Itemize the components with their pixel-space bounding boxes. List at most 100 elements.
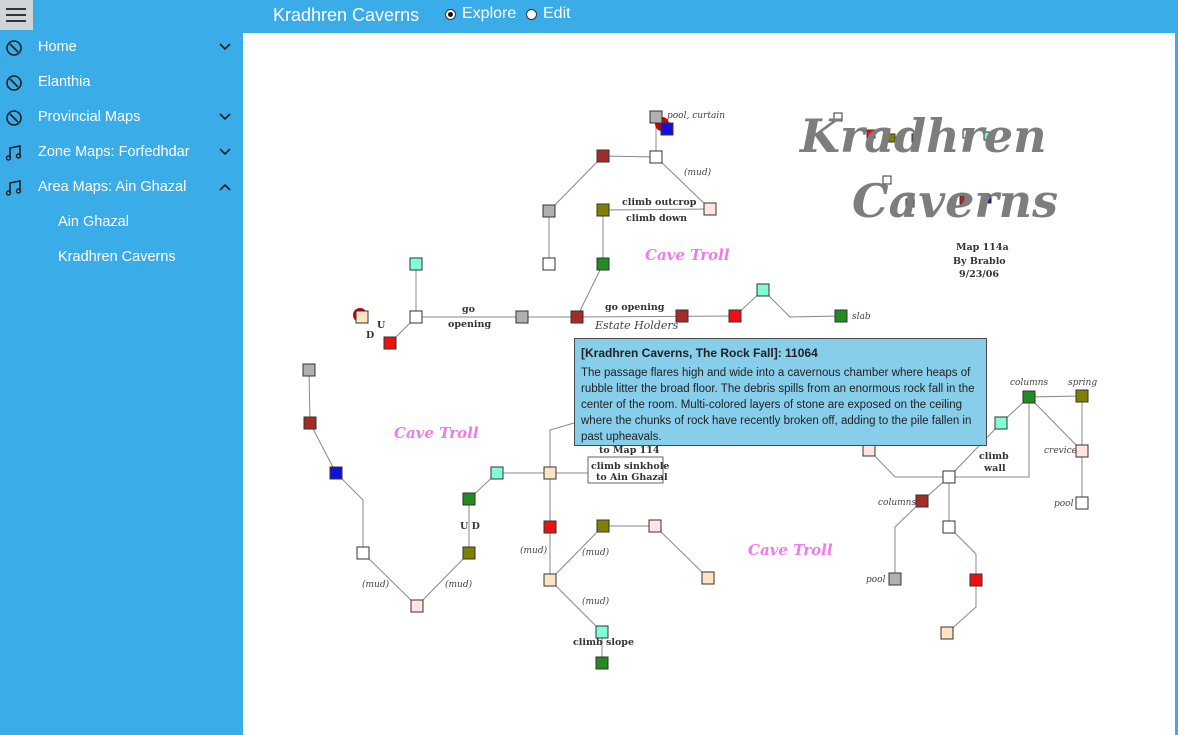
map-room[interactable] [543, 466, 557, 480]
chevron-down-icon[interactable] [219, 111, 231, 123]
map-room[interactable] [969, 573, 983, 587]
sidebar-item-zone-maps[interactable]: Zone Maps: Forfedhdar [0, 135, 243, 170]
map-room[interactable] [942, 520, 956, 534]
top-bar: Kradhren Caverns Explore Edit [243, 0, 1178, 33]
room-link [335, 472, 364, 553]
map-room[interactable] [409, 310, 423, 324]
label-climb-outcrop: climb outcrop [622, 197, 697, 208]
map-room[interactable] [1075, 496, 1089, 510]
map-room[interactable] [302, 363, 316, 377]
map-room[interactable] [703, 202, 717, 216]
label-d: D [366, 330, 374, 341]
map-room[interactable] [648, 519, 662, 533]
room-link [1028, 396, 1083, 452]
map-room[interactable] [543, 573, 557, 587]
map-room[interactable] [542, 257, 556, 271]
map-room[interactable] [834, 309, 848, 323]
label-crevice: crevice [1044, 446, 1077, 456]
sidebar-item-provincial-maps[interactable]: Provincial Maps [0, 100, 243, 135]
tooltip-title: [Kradhren Caverns, The Rock Fall]: 11064 [581, 346, 818, 360]
map-room[interactable] [596, 203, 610, 217]
map-author: By Brablo [953, 256, 1006, 267]
sidebar-item-area-maps[interactable]: Area Maps: Ain Ghazal [0, 170, 243, 205]
room-link [894, 500, 923, 579]
map-room[interactable] [355, 310, 369, 324]
map-room[interactable] [490, 466, 504, 480]
chevron-down-icon[interactable] [219, 146, 231, 158]
room-tooltip: [Kradhren Caverns, The Rock Fall]: 11064… [574, 338, 987, 446]
label-columns: columns [1010, 378, 1048, 388]
label-mud: (mud) [582, 547, 610, 558]
sidebar-item-label: Provincial Maps [38, 109, 141, 125]
sidebar-subitem-kradhren-caverns[interactable]: Kradhren Caverns [58, 249, 176, 265]
sidebar: Home Elanthia Provincial Maps Zone Maps:… [0, 0, 243, 735]
map-heading-line2: Caverns [852, 174, 1058, 228]
map-room[interactable] [728, 309, 742, 323]
map-room[interactable] [515, 310, 529, 324]
room-link [602, 208, 711, 211]
chevron-up-icon[interactable] [219, 181, 231, 193]
map-room[interactable] [660, 122, 674, 136]
radio-selected-icon [445, 8, 456, 20]
label-wall: wall [983, 463, 1006, 474]
map-room[interactable] [649, 110, 663, 124]
compass-icon [6, 110, 22, 126]
chevron-down-icon[interactable] [219, 41, 231, 53]
map-room[interactable] [942, 470, 956, 484]
map-room[interactable] [462, 546, 476, 560]
map-room[interactable] [649, 150, 663, 164]
label-to-ain-ghazal: to Ain Ghazal [596, 472, 668, 483]
room-link [576, 315, 736, 318]
map-room[interactable] [888, 572, 902, 586]
music-note-icon [5, 145, 22, 161]
compass-icon [6, 40, 22, 56]
map-room[interactable] [409, 257, 423, 271]
map-room[interactable] [356, 546, 370, 560]
explore-label: Explore [462, 5, 517, 22]
map-room[interactable] [410, 599, 424, 613]
map-room[interactable] [303, 416, 317, 430]
room-link [549, 422, 575, 473]
label-mud: (mud) [362, 579, 390, 590]
sidebar-subitem-ain-ghazal[interactable]: Ain Ghazal [58, 214, 129, 230]
map-room[interactable] [1075, 444, 1089, 458]
map-room[interactable] [542, 204, 556, 218]
map-room[interactable] [383, 336, 397, 350]
room-link [654, 525, 709, 579]
sidebar-item-home[interactable]: Home [0, 30, 243, 65]
map-room[interactable] [543, 520, 557, 534]
label-spring: spring [1068, 378, 1097, 388]
radio-unselected-icon [526, 8, 537, 20]
map-room[interactable] [595, 656, 609, 670]
label-estate-holders: Estate Holders [594, 319, 679, 332]
sidebar-item-label: Zone Maps: Forfedhdar [38, 144, 190, 160]
map-room[interactable] [596, 149, 610, 163]
label-cave-troll: Cave Troll [394, 424, 479, 442]
explore-radio[interactable]: Explore [445, 5, 516, 23]
map-room[interactable] [329, 466, 343, 480]
map-room[interactable] [701, 571, 715, 585]
sidebar-item-label: Area Maps: Ain Ghazal [38, 179, 187, 195]
map-room[interactable] [994, 416, 1008, 430]
map-number: Map 114a [956, 242, 1009, 253]
map-room[interactable] [596, 519, 610, 533]
map-room[interactable] [1022, 390, 1036, 404]
map-heading-line1: Kradhren [798, 109, 1047, 163]
label-climb-down: climb down [626, 213, 687, 224]
map-room[interactable] [596, 257, 610, 271]
sidebar-item-elanthia[interactable]: Elanthia [0, 65, 243, 100]
map-room[interactable] [1075, 389, 1089, 403]
map-room[interactable] [462, 492, 476, 506]
hamburger-icon [6, 8, 26, 22]
room-link [548, 155, 604, 212]
edit-radio[interactable]: Edit [526, 5, 571, 23]
map-room[interactable] [915, 494, 929, 508]
label-climb-sinkhole: climb sinkhole [591, 461, 669, 472]
music-note-icon [5, 180, 22, 196]
menu-button[interactable] [0, 0, 33, 30]
map-room[interactable] [570, 310, 584, 324]
map-room[interactable] [756, 283, 770, 297]
tooltip-body: The passage flares high and wide into a … [581, 367, 975, 443]
map-room[interactable] [940, 626, 954, 640]
label-climb: climb [979, 451, 1009, 462]
